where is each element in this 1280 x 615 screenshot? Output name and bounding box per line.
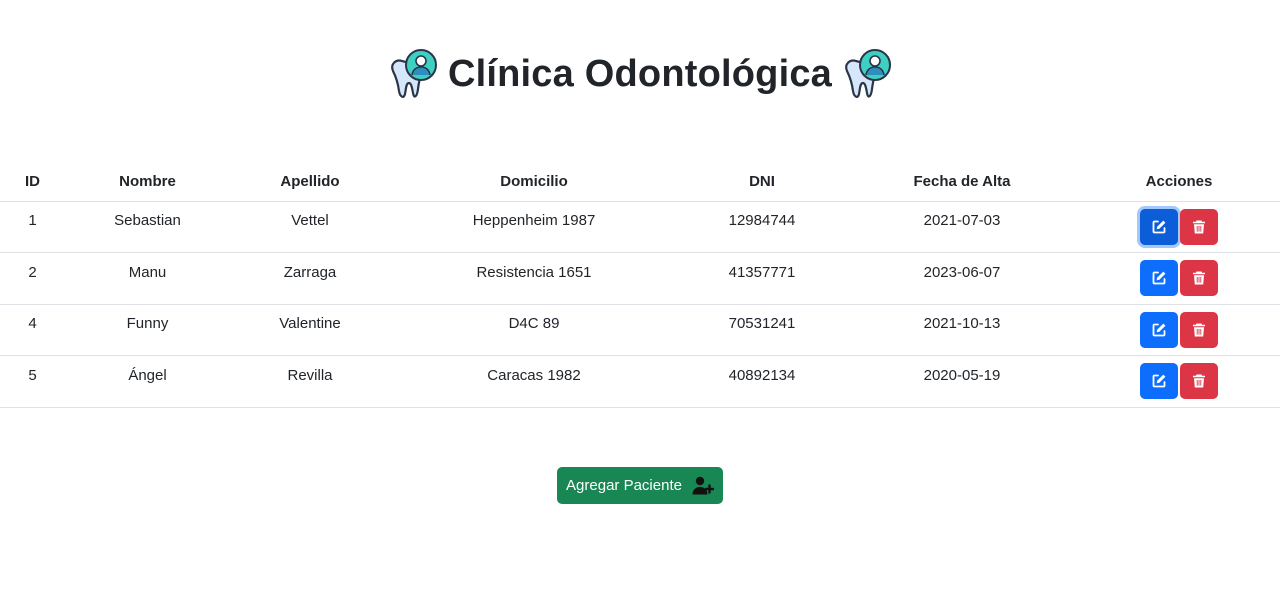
trash-icon xyxy=(1193,323,1205,337)
table-row: 2 Manu Zarraga Resistencia 1651 41357771… xyxy=(0,252,1280,305)
cell-id: 4 xyxy=(0,304,65,356)
edit-button[interactable] xyxy=(1140,311,1178,348)
header-nombre: Nombre xyxy=(65,162,230,202)
cell-nombre: Sebastian xyxy=(65,201,230,253)
page-title: Clínica Odontológica xyxy=(447,53,833,95)
trash-icon xyxy=(1193,271,1205,285)
cell-nombre: Ángel xyxy=(65,355,230,408)
cell-dni: 41357771 xyxy=(678,252,846,305)
header-id: ID xyxy=(0,162,65,202)
cell-fecha-alta: 2023-06-07 xyxy=(846,252,1078,305)
cell-domicilio: D4C 89 xyxy=(390,304,678,356)
table-row: 4 Funny Valentine D4C 89 70531241 2021-1… xyxy=(0,304,1280,356)
delete-button[interactable] xyxy=(1180,260,1218,297)
delete-button[interactable] xyxy=(1180,363,1218,400)
tooth-dentist-icon xyxy=(391,49,437,98)
cell-acciones xyxy=(1078,252,1280,305)
page-header: Clínica Odontológica xyxy=(0,42,1280,106)
cell-apellido: Valentine xyxy=(230,304,390,356)
cell-dni: 40892134 xyxy=(678,355,846,408)
cell-apellido: Zarraga xyxy=(230,252,390,305)
table-row: 5 Ángel Revilla Caracas 1982 40892134 20… xyxy=(0,355,1280,408)
pen-to-square-icon xyxy=(1152,271,1166,285)
table-row: 1 Sebastian Vettel Heppenheim 1987 12984… xyxy=(0,201,1280,253)
cell-fecha-alta: 2021-10-13 xyxy=(846,304,1078,356)
cell-nombre: Manu xyxy=(65,252,230,305)
add-patient-label: Agregar Paciente xyxy=(566,477,682,494)
cell-dni: 70531241 xyxy=(678,304,846,356)
cell-id: 5 xyxy=(0,355,65,408)
table-header-row: ID Nombre Apellido Domicilio DNI Fecha d… xyxy=(0,162,1280,202)
cell-apellido: Vettel xyxy=(230,201,390,253)
cell-nombre: Funny xyxy=(65,304,230,356)
trash-icon xyxy=(1193,374,1205,388)
header-dni: DNI xyxy=(678,162,846,202)
pen-to-square-icon xyxy=(1152,374,1166,388)
cell-domicilio: Heppenheim 1987 xyxy=(390,201,678,253)
cell-id: 2 xyxy=(0,252,65,305)
cell-acciones xyxy=(1078,304,1280,356)
pen-to-square-icon xyxy=(1152,220,1166,234)
delete-button[interactable] xyxy=(1180,311,1218,348)
trash-icon xyxy=(1193,220,1205,234)
edit-button[interactable] xyxy=(1140,208,1178,245)
cell-dni: 12984744 xyxy=(678,201,846,253)
cell-apellido: Revilla xyxy=(230,355,390,408)
cell-acciones xyxy=(1078,201,1280,253)
user-plus-icon xyxy=(692,476,714,494)
patients-table: ID Nombre Apellido Domicilio DNI Fecha d… xyxy=(0,162,1280,408)
tooth-dentist-icon xyxy=(845,49,892,98)
cell-id: 1 xyxy=(0,201,65,253)
delete-button[interactable] xyxy=(1180,208,1218,245)
header-apellido: Apellido xyxy=(230,162,390,202)
cell-acciones xyxy=(1078,355,1280,408)
cell-domicilio: Caracas 1982 xyxy=(390,355,678,408)
header-fecha-alta: Fecha de Alta xyxy=(846,162,1078,202)
pen-to-square-icon xyxy=(1152,323,1166,337)
edit-button[interactable] xyxy=(1140,260,1178,297)
edit-button[interactable] xyxy=(1140,363,1178,400)
header-domicilio: Domicilio xyxy=(390,162,678,202)
cell-fecha-alta: 2020-05-19 xyxy=(846,355,1078,408)
cell-fecha-alta: 2021-07-03 xyxy=(846,201,1078,253)
header-acciones: Acciones xyxy=(1078,162,1280,202)
add-patient-button[interactable]: Agregar Paciente xyxy=(557,467,723,504)
cell-domicilio: Resistencia 1651 xyxy=(390,252,678,305)
